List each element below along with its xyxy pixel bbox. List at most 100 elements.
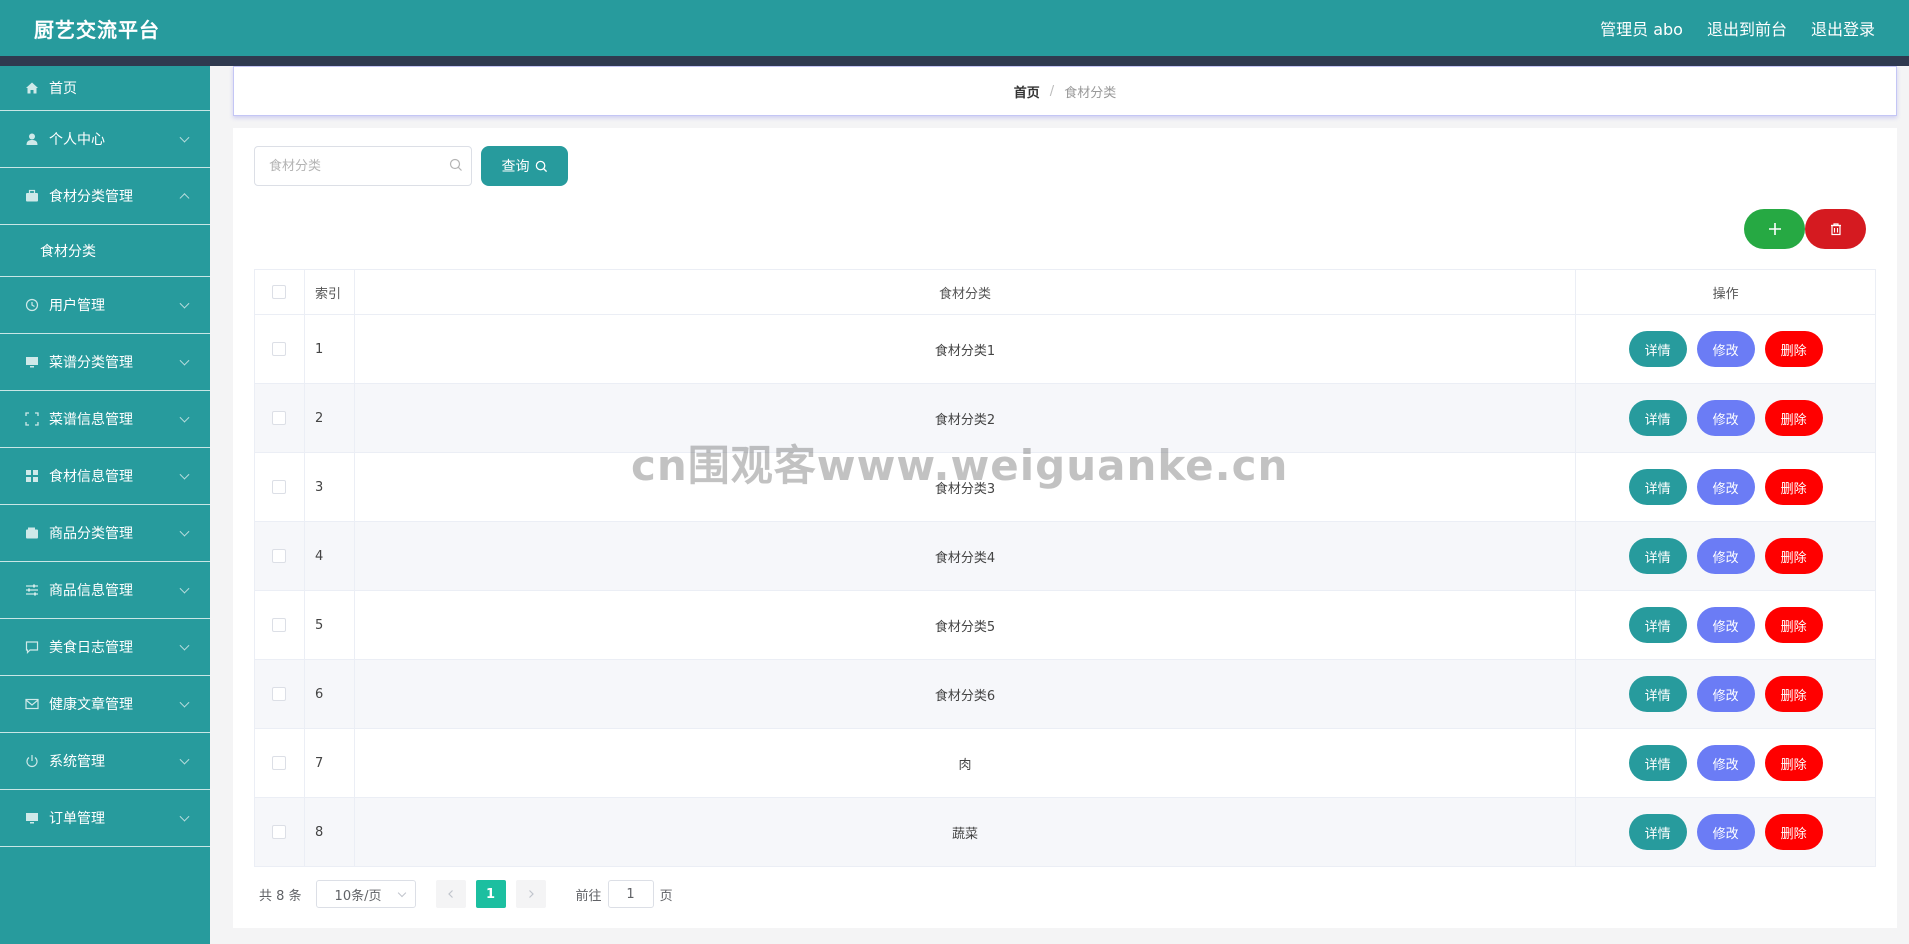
sidebar-item-label: 美食日志管理 bbox=[49, 640, 133, 656]
detail-button[interactable]: 详情 bbox=[1628, 538, 1687, 574]
sidebar-item-home[interactable]: 首页 bbox=[0, 66, 210, 111]
sidebar-item-health-article-mgmt[interactable]: 健康文章管理 bbox=[0, 676, 210, 733]
detail-button[interactable]: 详情 bbox=[1628, 469, 1687, 505]
detail-button[interactable]: 详情 bbox=[1628, 676, 1687, 712]
delete-button[interactable]: 删除 bbox=[1764, 331, 1823, 367]
row-checkbox[interactable] bbox=[272, 549, 287, 563]
chat-icon bbox=[24, 639, 40, 655]
row-checkbox[interactable] bbox=[272, 342, 287, 356]
edit-button[interactable]: 修改 bbox=[1696, 676, 1755, 712]
chevron-down-icon bbox=[179, 132, 190, 143]
sidebar-item-label: 用户管理 bbox=[49, 298, 105, 314]
sidebar-item-recipe-info-mgmt[interactable]: 菜谱信息管理 bbox=[0, 391, 210, 448]
delete-button[interactable]: 删除 bbox=[1764, 814, 1823, 850]
page-size-select[interactable]: 10条/页 bbox=[315, 880, 416, 908]
row-ops: 详情 修改 删除 bbox=[1576, 798, 1876, 867]
sidebar-item-label: 订单管理 bbox=[49, 811, 105, 827]
delete-button[interactable]: 删除 bbox=[1764, 400, 1823, 436]
goto-page-input[interactable] bbox=[607, 880, 654, 908]
edit-button[interactable]: 修改 bbox=[1696, 814, 1755, 850]
sidebar-item-food-log-mgmt[interactable]: 美食日志管理 bbox=[0, 619, 210, 676]
sidebar-item-user-mgmt[interactable]: 用户管理 bbox=[0, 277, 210, 334]
table-row: 6 食材分类6 详情 修改 删除 bbox=[255, 660, 1876, 729]
delete-button[interactable]: 删除 bbox=[1764, 676, 1823, 712]
row-index: 7 bbox=[304, 729, 355, 798]
admin-username[interactable]: 管理员 abo bbox=[1600, 16, 1683, 40]
prev-page-button[interactable] bbox=[435, 880, 466, 908]
search-icon bbox=[535, 160, 547, 172]
sidebar-item-system-mgmt[interactable]: 系统管理 bbox=[0, 733, 210, 790]
trash-icon bbox=[1830, 223, 1841, 236]
header-index: 索引 bbox=[304, 270, 355, 315]
mail-icon bbox=[24, 696, 40, 712]
breadcrumb: 首页 / 食材分类 bbox=[233, 66, 1897, 116]
row-checkbox[interactable] bbox=[272, 825, 287, 839]
edit-button[interactable]: 修改 bbox=[1696, 745, 1755, 781]
edit-button[interactable]: 修改 bbox=[1696, 469, 1755, 505]
edit-button[interactable]: 修改 bbox=[1696, 400, 1755, 436]
sidebar-item-product-category-mgmt[interactable]: 商品分类管理 bbox=[0, 505, 210, 562]
sidebar-item-order-mgmt[interactable]: 订单管理 bbox=[0, 790, 210, 847]
sidebar-item-ingredient-info-mgmt[interactable]: 食材信息管理 bbox=[0, 448, 210, 505]
row-checkbox[interactable] bbox=[272, 618, 287, 632]
delete-button[interactable]: 删除 bbox=[1764, 469, 1823, 505]
sidebar-subitem-ingredient-category[interactable]: 食材分类 bbox=[0, 225, 210, 277]
table-header-row: 索引 食材分类 操作 bbox=[255, 270, 1876, 315]
sidebar-subitem-label: 食材分类 bbox=[40, 243, 96, 260]
detail-button[interactable]: 详情 bbox=[1628, 745, 1687, 781]
page-unit-label: 页 bbox=[659, 888, 673, 904]
chevron-down-icon bbox=[179, 298, 190, 309]
breadcrumb-home[interactable]: 首页 bbox=[1014, 82, 1040, 101]
row-ops: 详情 修改 删除 bbox=[1576, 315, 1876, 384]
row-ops: 详情 修改 删除 bbox=[1576, 591, 1876, 660]
sidebar-item-recipe-category-mgmt[interactable]: 菜谱分类管理 bbox=[0, 334, 210, 391]
row-checkbox[interactable] bbox=[272, 411, 287, 425]
search-field bbox=[254, 146, 472, 186]
sidebar-item-label: 菜谱信息管理 bbox=[49, 412, 133, 428]
edit-button[interactable]: 修改 bbox=[1696, 331, 1755, 367]
monitor-icon bbox=[24, 354, 40, 370]
add-button[interactable] bbox=[1744, 209, 1805, 249]
table-row: 7 肉 详情 修改 删除 bbox=[255, 729, 1876, 798]
pagination: 共 8 条 10条/页 1 前往 页 bbox=[259, 880, 673, 908]
main-content: 查询 索引 食材分类 操作 1 食材分类1 详情 修改 删除 2 食材分类 bbox=[233, 128, 1897, 928]
query-button[interactable]: 查询 bbox=[481, 146, 568, 186]
sidebar-item-label: 个人中心 bbox=[49, 132, 105, 148]
logout-link[interactable]: 退出登录 bbox=[1811, 16, 1875, 40]
sidebar-item-label: 商品分类管理 bbox=[49, 526, 133, 542]
chevron-down-icon bbox=[179, 355, 190, 366]
header-divider bbox=[0, 56, 1909, 66]
row-checkbox[interactable] bbox=[272, 480, 287, 494]
to-front-link[interactable]: 退出到前台 bbox=[1707, 16, 1787, 40]
edit-button[interactable]: 修改 bbox=[1696, 538, 1755, 574]
delete-button[interactable]: 删除 bbox=[1764, 607, 1823, 643]
edit-button[interactable]: 修改 bbox=[1696, 607, 1755, 643]
user-icon bbox=[24, 131, 40, 147]
detail-button[interactable]: 详情 bbox=[1628, 607, 1687, 643]
page-number-active[interactable]: 1 bbox=[475, 880, 506, 908]
search-input[interactable] bbox=[255, 147, 445, 185]
detail-button[interactable]: 详情 bbox=[1628, 331, 1687, 367]
sidebar-item-product-info-mgmt[interactable]: 商品信息管理 bbox=[0, 562, 210, 619]
delete-button[interactable]: 删除 bbox=[1764, 745, 1823, 781]
row-name: 食材分类4 bbox=[354, 522, 1577, 591]
row-checkbox-cell bbox=[255, 660, 305, 729]
detail-button[interactable]: 详情 bbox=[1628, 814, 1687, 850]
delete-button[interactable]: 删除 bbox=[1764, 538, 1823, 574]
row-checkbox[interactable] bbox=[272, 756, 287, 770]
sidebar-item-ingredient-category-mgmt[interactable]: 食材分类管理 bbox=[0, 168, 210, 225]
chevron-down-icon bbox=[179, 811, 190, 822]
row-ops: 详情 修改 删除 bbox=[1576, 453, 1876, 522]
row-checkbox-cell bbox=[255, 315, 305, 384]
next-page-button[interactable] bbox=[515, 880, 546, 908]
chevron-down-icon bbox=[179, 469, 190, 480]
row-name: 蔬菜 bbox=[354, 798, 1577, 867]
chevron-left-icon bbox=[447, 890, 453, 898]
sidebar-item-profile[interactable]: 个人中心 bbox=[0, 111, 210, 168]
row-checkbox-cell bbox=[255, 798, 305, 867]
select-all-checkbox[interactable] bbox=[272, 285, 287, 299]
row-checkbox[interactable] bbox=[272, 687, 287, 701]
row-ops: 详情 修改 删除 bbox=[1576, 660, 1876, 729]
bulk-delete-button[interactable] bbox=[1805, 209, 1866, 249]
detail-button[interactable]: 详情 bbox=[1628, 400, 1687, 436]
